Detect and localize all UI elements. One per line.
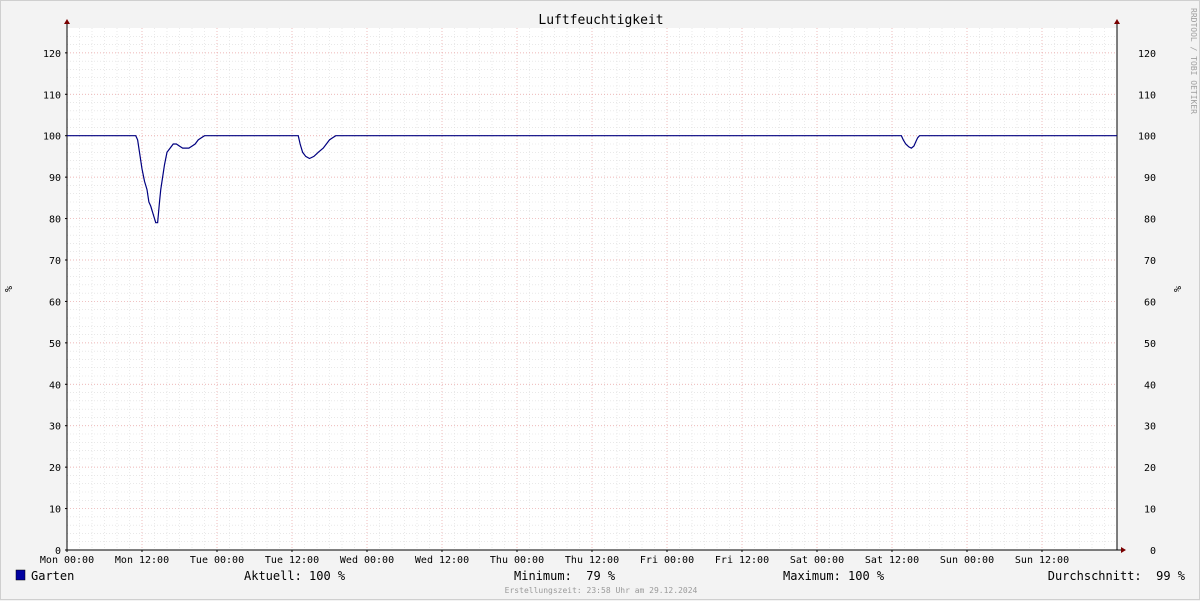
y-axis-arrow-right: [1114, 19, 1120, 24]
x-tick-label: Mon 12:00: [115, 555, 169, 566]
y-tick-labels-left: 0102030405060708090100110120: [43, 49, 67, 557]
x-tick-label: Wed 12:00: [415, 555, 469, 566]
y-tick-label-left: 30: [49, 422, 61, 433]
y-tick-label-left: 110: [43, 90, 61, 101]
rrdtool-watermark: RRDTOOL / TOBI OETIKER: [1189, 8, 1198, 114]
footer-timestamp: Erstellungszeit: 23:58 Uhr am 29.12.2024: [505, 586, 698, 595]
y-tick-label-left: 70: [49, 256, 61, 267]
y-tick-label-left: 50: [49, 339, 61, 350]
y-tick-label-right: 50: [1144, 339, 1156, 350]
y-tick-label-right: 20: [1144, 463, 1156, 474]
y-tick-labels-right: 0 10 20 30 40 50 60 70 80 90 100 110 120: [1138, 49, 1156, 557]
y-tick-label-right: 100: [1138, 132, 1156, 143]
y-tick-label-right: 120: [1138, 49, 1156, 60]
x-axis-arrow: [1121, 547, 1126, 553]
y-tick-label-left: 90: [49, 173, 61, 184]
y-tick-label-right: 0: [1150, 546, 1156, 557]
x-tick-label: Sun 00:00: [940, 555, 994, 566]
y-tick-label-right: 10: [1144, 505, 1156, 516]
chart-frame: 0 10 20 30 40 50 60 70 80 90 100 110 120 0 10 20 30 40 50…: [0, 0, 1200, 600]
x-tick-label: Sun 12:00: [1015, 555, 1069, 566]
legend-minimum: Minimum: 79 %: [514, 569, 616, 583]
y-tick-label-right: 110: [1138, 90, 1156, 101]
x-tick-labels: Mon 00:00 Mon 12:00 Tue 00:00 Tue 12:00 Wed …: [40, 550, 1069, 566]
x-tick-label: Tue 12:00: [265, 555, 319, 566]
x-tick-label: Thu 00:00: [490, 555, 544, 566]
y-tick-label-right: 60: [1144, 297, 1156, 308]
y-axis-label-right: %: [1173, 286, 1184, 292]
legend-aktuell: Aktuell: 100 %: [244, 569, 346, 583]
y-tick-label-left: 40: [49, 380, 61, 391]
y-tick-label-left: 120: [43, 49, 61, 60]
x-tick-label: Sat 00:00: [790, 555, 844, 566]
x-tick-label: Fri 00:00: [640, 555, 694, 566]
y-tick-label-left: 100: [43, 132, 61, 143]
x-tick-label: Mon 00:00: [40, 555, 94, 566]
y-axis-label-left: %: [4, 286, 15, 292]
x-tick-label: Wed 00:00: [340, 555, 394, 566]
y-tick-label-right: 40: [1144, 380, 1156, 391]
x-tick-label: Thu 12:00: [565, 555, 619, 566]
y-tick-label-right: 80: [1144, 215, 1156, 226]
y-tick-label-left: 60: [49, 297, 61, 308]
x-tick-label: Fri 12:00: [715, 555, 769, 566]
y-tick-label-right: 30: [1144, 422, 1156, 433]
y-tick-label-left: 20: [49, 463, 61, 474]
legend-durchschnitt: Durchschnitt: 99 %: [1048, 569, 1186, 583]
x-tick-label: Tue 00:00: [190, 555, 244, 566]
y-tick-label-right: 90: [1144, 173, 1156, 184]
chart-svg: 0 10 20 30 40 50 60 70 80 90 100 110 120 0 10 20 30 40 50…: [4, 8, 1198, 595]
y-tick-label-right: 70: [1144, 256, 1156, 267]
y-tick-label-left: 10: [49, 505, 61, 516]
y-axis-arrow-left: [64, 19, 70, 24]
x-tick-label: Sat 12:00: [865, 555, 919, 566]
legend-swatch: [15, 569, 26, 581]
legend-maximum: Maximum: 100 %: [783, 569, 885, 583]
chart-title: Luftfeuchtigkeit: [538, 13, 663, 28]
y-tick-label-left: 80: [49, 215, 61, 226]
legend-series-name: Garten: [31, 569, 74, 583]
